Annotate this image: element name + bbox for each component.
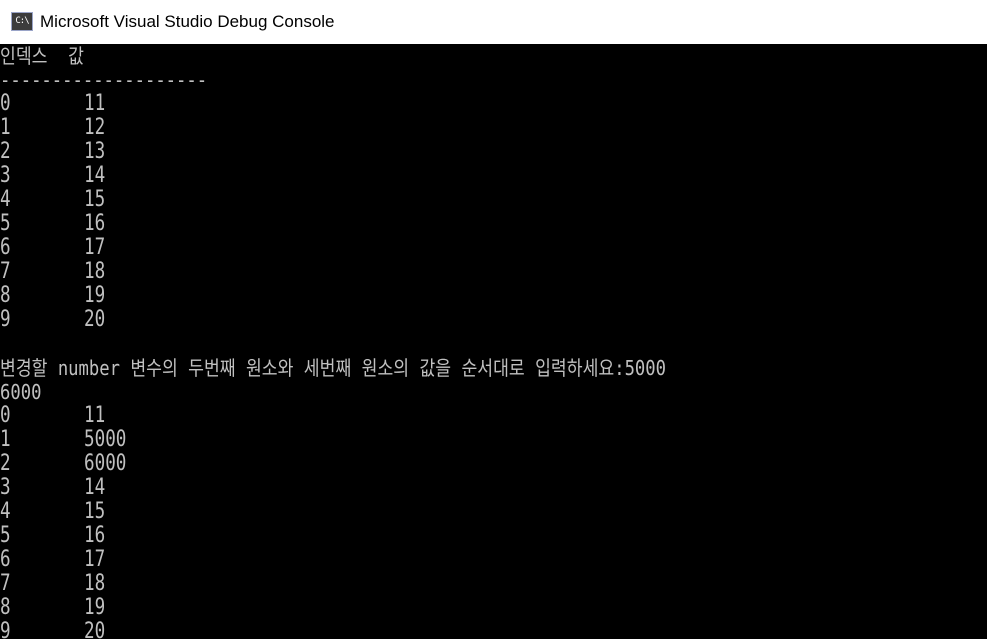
table1-index-cell: 0	[0, 91, 11, 116]
table2-value-cell: 17	[84, 547, 106, 572]
table2-index-cell: 1	[0, 427, 11, 452]
table1-value-cell: 13	[84, 139, 106, 164]
table2-index-cell: 8	[0, 595, 11, 620]
table2-value-cell: 18	[84, 571, 106, 596]
table1-value-cell: 18	[84, 259, 106, 284]
separator-line: --------------------	[0, 68, 208, 92]
input-prompt: 변경할 number 변수의 두번째 원소와 세번째 원소의 값을 순서대로 입…	[0, 356, 667, 380]
user-input-line: 6000	[0, 380, 42, 404]
table2-index-cell: 6	[0, 547, 11, 572]
table1-index-cell: 5	[0, 211, 11, 236]
table2-value-cell: 14	[84, 475, 106, 500]
table1-index-cell: 8	[0, 283, 11, 308]
table1-value-cell: 11	[84, 91, 106, 116]
table2-index-cell: 0	[0, 403, 11, 428]
table2-index-cell: 5	[0, 523, 11, 548]
table1-value-cell: 12	[84, 115, 106, 140]
table1-index-cell: 2	[0, 139, 11, 164]
table1-value-cell: 19	[84, 283, 106, 308]
table2-index-cell: 9	[0, 619, 11, 639]
table1-index-cell: 6	[0, 235, 11, 260]
table1-index-cell: 9	[0, 307, 11, 332]
table2-value-cell: 16	[84, 523, 106, 548]
table2-index-cell: 7	[0, 571, 11, 596]
console-output[interactable]: 인덱스 값 -------------------- 0 11 1 12 2 13 3 14 4…	[0, 44, 987, 639]
table2-index-cell: 4	[0, 499, 11, 524]
table1-index-cell: 7	[0, 259, 11, 284]
table1-value-cell: 20	[84, 307, 106, 332]
table2-value-cell: 5000	[84, 427, 127, 452]
table1-index-cell: 4	[0, 187, 11, 212]
table2-value-cell: 6000	[84, 451, 127, 476]
title-bar[interactable]: C:\ Microsoft Visual Studio Debug Consol…	[0, 0, 987, 44]
console-app-icon: C:\	[11, 12, 33, 31]
table-header: 인덱스 값	[0, 44, 85, 68]
table2-value-cell: 20	[84, 619, 106, 639]
window-title: Microsoft Visual Studio Debug Console	[40, 12, 335, 31]
table2-value-cell: 19	[84, 595, 106, 620]
debug-console-window: C:\ Microsoft Visual Studio Debug Consol…	[0, 0, 987, 639]
table1-value-cell: 14	[84, 163, 106, 188]
table1-value-cell: 16	[84, 211, 106, 236]
table2-value-cell: 15	[84, 499, 106, 524]
table2-index-cell: 2	[0, 451, 11, 476]
table1-index-cell: 3	[0, 163, 11, 188]
table1-value-cell: 15	[84, 187, 106, 212]
table2-index-cell: 3	[0, 475, 11, 500]
table1-value-cell: 17	[84, 235, 106, 260]
table2-value-cell: 11	[84, 403, 106, 428]
table1-index-cell: 1	[0, 115, 11, 140]
